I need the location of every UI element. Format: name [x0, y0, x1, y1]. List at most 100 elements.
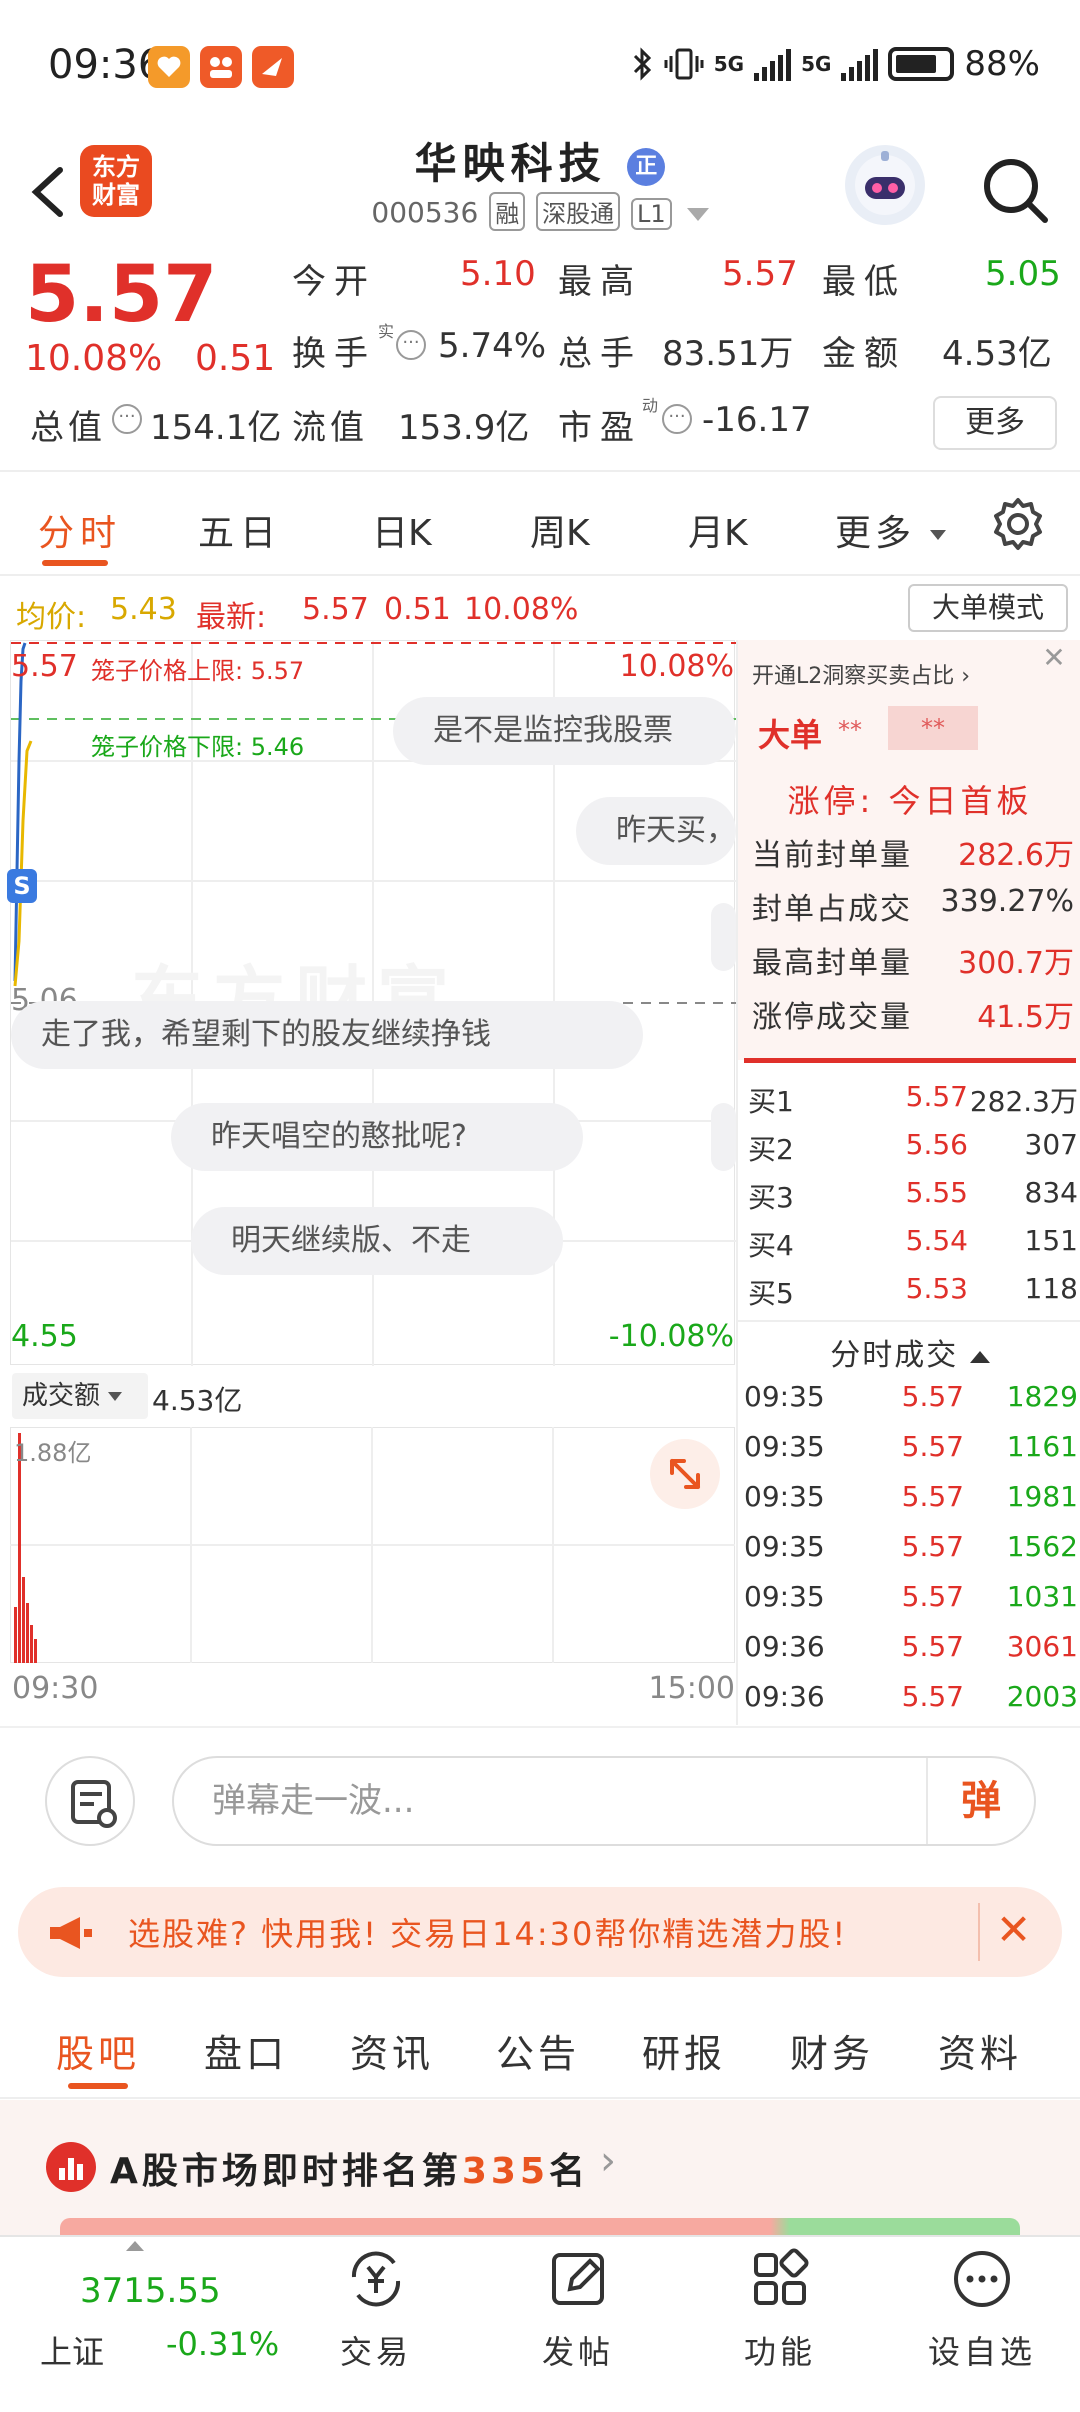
tab-weekly-k[interactable]: 周K — [530, 504, 590, 556]
danmaku-settings-button[interactable] — [45, 1756, 135, 1846]
signal-icon — [841, 47, 879, 81]
vibrate-icon — [664, 48, 704, 80]
tab-more[interactable]: 更多 — [835, 504, 947, 556]
tab-profile[interactable]: 资料 — [938, 2023, 1022, 2078]
total-cap-label: 总值 — [30, 408, 106, 448]
more-quote-button[interactable]: 更多 — [933, 396, 1057, 450]
low-value: 5.05 — [985, 254, 1061, 294]
volume-max-label: 1.88亿 — [14, 1439, 92, 1467]
chevron-right-icon: › — [600, 2138, 616, 2184]
active-tab-indicator — [42, 560, 108, 566]
market-ranking[interactable]: A股市场即时排名第335名 › — [0, 2100, 1080, 2235]
tab-research[interactable]: 研报 — [642, 2023, 726, 2078]
margin-tag: 融 — [489, 192, 526, 231]
battery-level: 88% — [964, 44, 1040, 84]
top-pct-label: 10.08% — [619, 649, 734, 684]
nav-functions[interactable]: 功能 — [700, 2247, 860, 2373]
volume-metric-selector[interactable]: 成交额 — [12, 1373, 148, 1419]
latest-change: 0.51 — [384, 592, 451, 627]
limit-up-stats: 当前封单量 282.6万 封单占成交 339.27% 最高封单量 300.7万 涨停成… — [752, 838, 1074, 1035]
divider — [978, 1903, 980, 1961]
app-notification-icon — [148, 46, 190, 88]
danmaku-bubble[interactable]: 是不是监控我股票 — [393, 697, 736, 765]
danmaku-bubble[interactable] — [711, 903, 736, 971]
trade-row: 09:35 5.57 1562 — [744, 1530, 1078, 1563]
pe-label: 市盈 — [558, 408, 642, 448]
danmaku-toggle-button[interactable]: 弹 — [926, 1758, 1034, 1844]
danmaku-bubble[interactable] — [711, 1103, 736, 1171]
bid-row[interactable]: 买4 5.54 151 — [748, 1224, 1078, 1272]
status-icons: 5G 5G 88% — [632, 44, 1040, 84]
tab-finance[interactable]: 财务 — [790, 2023, 874, 2078]
tab-order-book[interactable]: 盘口 — [204, 2023, 288, 2078]
danmaku-bubble[interactable]: 昨天唱空的憨批呢? — [171, 1103, 583, 1171]
bid-row[interactable]: 买3 5.55 834 — [748, 1176, 1078, 1224]
trades-header[interactable]: 分时成交 — [738, 1330, 1080, 1374]
float-cap-label: 流值 — [292, 408, 368, 448]
danmaku-bubble[interactable]: 明天继续版、不走 — [191, 1207, 563, 1275]
robot-assistant-icon[interactable] — [845, 145, 925, 225]
chart-tabs: 分时 五日 日K 周K 月K 更多 — [0, 472, 1080, 576]
more-dots-icon[interactable]: ··· — [112, 404, 142, 434]
masked-value: ** — [888, 706, 978, 750]
tab-forum[interactable]: 股吧 — [56, 2023, 140, 2078]
float-cap-value: 153.9亿 — [398, 408, 530, 448]
promo-banner[interactable]: 选股难? 快用我! 交易日14:30帮你精选潜力股! ✕ — [18, 1887, 1062, 1977]
bid-row[interactable]: 买2 5.56 307 — [748, 1128, 1078, 1176]
bid-row[interactable]: 买1 5.57 282.3万 — [748, 1080, 1078, 1128]
danmaku-input[interactable]: 弹幕走一波... — [172, 1756, 1036, 1846]
trade-row: 09:35 5.57 1981 — [744, 1480, 1078, 1513]
trade-row: 09:35 5.57 1161 — [744, 1430, 1078, 1463]
change-percent: 10.08% — [25, 338, 163, 379]
l2-upgrade-link[interactable]: 开通L2洞察买卖占比 › — [752, 658, 970, 690]
avg-value: 5.43 — [110, 592, 177, 627]
volume-bars — [10, 1427, 735, 1663]
app-notification-icon — [200, 46, 242, 88]
more-dots-icon[interactable]: ··· — [662, 404, 692, 434]
search-button[interactable] — [975, 150, 1055, 230]
ranking-text: A股市场即时排名第335名 — [110, 2151, 590, 2192]
nav-post[interactable]: 发帖 — [498, 2247, 658, 2373]
dropdown-triangle-icon — [930, 530, 947, 540]
tab-intraday[interactable]: 分时 — [38, 504, 122, 556]
tab-five-day[interactable]: 五日 — [198, 504, 282, 556]
divider — [738, 1320, 1080, 1322]
banner-text: 选股难? 快用我! 交易日14:30帮你精选潜力股! — [128, 1915, 848, 1953]
open-value: 5.10 — [460, 254, 536, 294]
tab-news[interactable]: 资讯 — [350, 2023, 434, 2078]
close-icon[interactable]: ✕ — [1036, 642, 1072, 678]
latest-label: 最新: — [196, 600, 267, 635]
network-label: 5G — [801, 52, 832, 76]
volume-chart[interactable]: 成交额 4.53亿 1.88亿 09:30 15:00 — [10, 1367, 735, 1724]
expand-chart-button[interactable] — [650, 1439, 720, 1509]
tab-daily-k[interactable]: 日K — [372, 504, 432, 556]
top-price-label: 5.57 — [11, 649, 78, 684]
order-book-panel: 开通L2洞察买卖占比 › ✕ 大单 ** ** 涨停: 今日首板 当前封单量 28… — [736, 640, 1080, 1725]
bid-row[interactable]: 买5 5.53 118 — [748, 1272, 1078, 1320]
danmaku-bubble[interactable]: 昨天买， — [576, 797, 736, 865]
sell-marker[interactable]: S — [7, 869, 37, 903]
danmaku-bubble[interactable]: 走了我，希望剩下的股友继续挣钱 — [11, 1001, 643, 1069]
intraday-chart[interactable]: 东方财富 5.57 笼子价格上限: 5.57 10.08% 笼子价格下限: 5.… — [7, 640, 736, 1366]
quote-panel: 5.57 10.08% 0.51 今开 5.10 最高 5.57 最低 5.05… — [0, 250, 1080, 472]
nav-add-watchlist[interactable]: 设自选 — [902, 2247, 1062, 2373]
nav-trade[interactable]: 交易 — [296, 2247, 456, 2373]
chevron-right-icon: › — [961, 664, 971, 689]
active-tab-indicator — [68, 2083, 128, 2089]
trade-icon — [351, 2251, 401, 2307]
edit-post-icon — [552, 2253, 604, 2305]
turnover-value: 5.74% — [438, 326, 547, 366]
tab-monthly-k[interactable]: 月K — [688, 504, 748, 556]
turnover-label: 换手 — [292, 334, 376, 374]
danmaku-settings-icon — [71, 1780, 117, 1828]
tab-announcements[interactable]: 公告 — [496, 2023, 580, 2078]
banner-close-icon[interactable]: ✕ — [996, 1905, 1031, 1954]
low-label: 最低 — [822, 262, 906, 302]
index-ticker[interactable]: 3715.55 上证 -0.31% — [40, 2237, 280, 2387]
app-notification-icon — [252, 46, 294, 88]
big-order-mode-button[interactable]: 大单模式 — [908, 584, 1068, 632]
more-dots-icon[interactable]: ··· — [396, 330, 426, 360]
chart-settings-button[interactable] — [990, 496, 1046, 556]
latest-value: 5.57 — [302, 592, 369, 627]
total-cap-value: 154.1亿 — [150, 408, 282, 448]
